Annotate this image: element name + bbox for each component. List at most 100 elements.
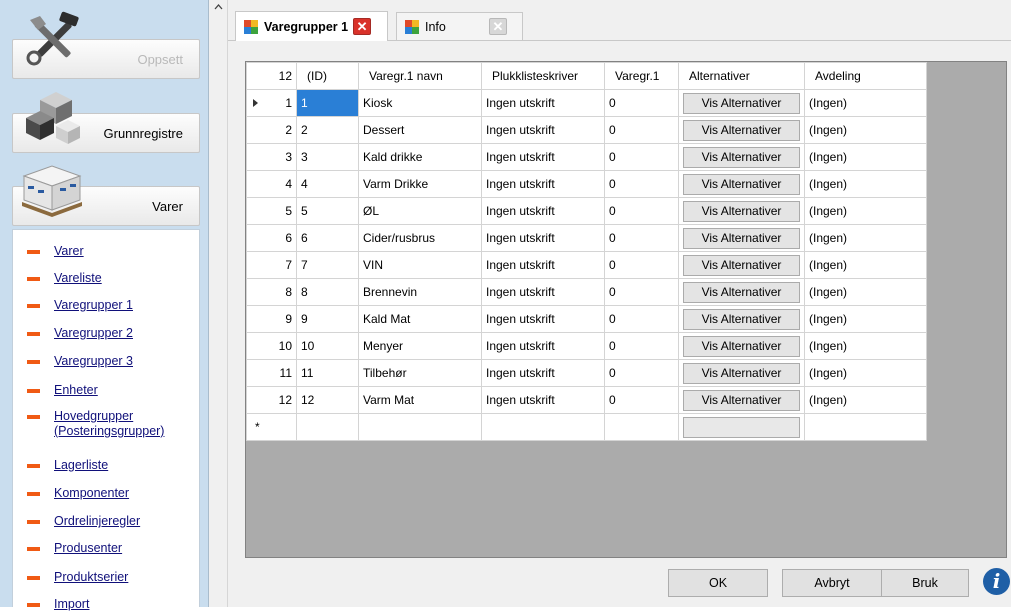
row-count-header[interactable]: 12: [246, 62, 297, 90]
row-header[interactable]: 10: [246, 332, 297, 360]
cell-avdeling[interactable]: (Ingen): [804, 305, 927, 333]
cell-name[interactable]: Cider/rusbrus: [358, 224, 482, 252]
table-row[interactable]: 1 1 Kiosk Ingen utskrift 0 Vis Alternati…: [246, 89, 927, 117]
cell-varegr[interactable]: 0: [604, 143, 679, 171]
cell-varegr[interactable]: [604, 413, 679, 441]
row-header[interactable]: 12: [246, 386, 297, 414]
close-tab-icon[interactable]: ✕: [353, 18, 372, 35]
cell-name[interactable]: ØL: [358, 197, 482, 225]
close-tab-icon[interactable]: ✕: [489, 18, 507, 35]
cell-avdeling[interactable]: (Ingen): [804, 278, 927, 306]
vis-alternativer-button[interactable]: Vis Alternativer: [683, 119, 800, 141]
vis-alternativer-button[interactable]: Vis Alternativer: [683, 92, 800, 114]
cell-printer[interactable]: Ingen utskrift: [481, 305, 605, 333]
table-row[interactable]: 5 5 ØL Ingen utskrift 0 Vis Alternativer…: [246, 197, 927, 225]
cell-id[interactable]: 11: [296, 359, 359, 387]
cell-avdeling[interactable]: (Ingen): [804, 197, 927, 225]
apply-button[interactable]: Bruk: [881, 569, 969, 597]
cell-id[interactable]: 1: [296, 89, 359, 117]
row-header[interactable]: 7: [246, 251, 297, 279]
sidebar-item-produsenter[interactable]: Produsenter: [13, 541, 199, 556]
cell-id[interactable]: 12: [296, 386, 359, 414]
cell-id[interactable]: 7: [296, 251, 359, 279]
cell-varegr[interactable]: 0: [604, 332, 679, 360]
table-row[interactable]: 6 6 Cider/rusbrus Ingen utskrift 0 Vis A…: [246, 224, 927, 252]
sidebar-item-enheter[interactable]: Enheter: [13, 383, 199, 398]
cell-name[interactable]: VIN: [358, 251, 482, 279]
cell-varegr[interactable]: 0: [604, 278, 679, 306]
row-header[interactable]: 8: [246, 278, 297, 306]
row-header[interactable]: 3: [246, 143, 297, 171]
cell-id[interactable]: 2: [296, 116, 359, 144]
vis-alternativer-button[interactable]: Vis Alternativer: [683, 227, 800, 249]
sidebar-item-varegrupper-2[interactable]: Varegrupper 2: [13, 326, 199, 341]
vis-alternativer-button[interactable]: Vis Alternativer: [683, 254, 800, 276]
cell-printer[interactable]: [481, 413, 605, 441]
cell-avdeling[interactable]: (Ingen): [804, 332, 927, 360]
row-header[interactable]: 9: [246, 305, 297, 333]
cell-id[interactable]: 5: [296, 197, 359, 225]
cell-printer[interactable]: Ingen utskrift: [481, 332, 605, 360]
sidebar-item-ordrelinjeregler[interactable]: Ordrelinjeregler: [13, 514, 199, 529]
cell-varegr[interactable]: 0: [604, 116, 679, 144]
cell-id[interactable]: 3: [296, 143, 359, 171]
row-header[interactable]: 4: [246, 170, 297, 198]
cell-id[interactable]: 6: [296, 224, 359, 252]
vis-alternativer-button[interactable]: Vis Alternativer: [683, 389, 800, 411]
vis-alternativer-button[interactable]: Vis Alternativer: [683, 200, 800, 222]
cell-name[interactable]: Dessert: [358, 116, 482, 144]
sidebar-item-komponenter[interactable]: Komponenter: [13, 486, 199, 501]
cell-avdeling[interactable]: (Ingen): [804, 89, 927, 117]
table-row[interactable]: 12 12 Varm Mat Ingen utskrift 0 Vis Alte…: [246, 386, 927, 414]
cell-avdeling[interactable]: (Ingen): [804, 143, 927, 171]
cell-name[interactable]: Kiosk: [358, 89, 482, 117]
cell-printer[interactable]: Ingen utskrift: [481, 251, 605, 279]
table-row[interactable]: 4 4 Varm Drikke Ingen utskrift 0 Vis Alt…: [246, 170, 927, 198]
sidebar-item-hovedgrupper[interactable]: Hovedgrupper (Posteringsgrupper): [13, 409, 183, 439]
cell-varegr[interactable]: 0: [604, 386, 679, 414]
cell-printer[interactable]: Ingen utskrift: [481, 116, 605, 144]
vis-alternativer-button[interactable]: Vis Alternativer: [683, 146, 800, 168]
tab-varegrupper-1[interactable]: Varegrupper 1 ✕: [235, 11, 388, 41]
cell-printer[interactable]: Ingen utskrift: [481, 197, 605, 225]
cell-id[interactable]: 10: [296, 332, 359, 360]
table-row[interactable]: 7 7 VIN Ingen utskrift 0 Vis Alternative…: [246, 251, 927, 279]
cell-id[interactable]: 4: [296, 170, 359, 198]
ok-button[interactable]: OK: [668, 569, 768, 597]
cancel-button[interactable]: Avbryt: [782, 569, 882, 597]
vis-alternativer-button[interactable]: Vis Alternativer: [683, 335, 800, 357]
cell-printer[interactable]: Ingen utskrift: [481, 89, 605, 117]
cell-name[interactable]: Brennevin: [358, 278, 482, 306]
collapse-up-icon[interactable]: [214, 4, 223, 10]
row-header[interactable]: 5: [246, 197, 297, 225]
cell-name[interactable]: Menyer: [358, 332, 482, 360]
table-row[interactable]: 8 8 Brennevin Ingen utskrift 0 Vis Alter…: [246, 278, 927, 306]
sidebar-item-varer[interactable]: Varer: [13, 244, 199, 259]
sidebar-item-import[interactable]: Import: [13, 597, 199, 612]
cell-varegr[interactable]: 0: [604, 197, 679, 225]
cell-varegr[interactable]: 0: [604, 224, 679, 252]
sidebar-item-produktserier[interactable]: Produktserier: [13, 570, 199, 585]
cell-avdeling[interactable]: (Ingen): [804, 251, 927, 279]
vis-alternativer-button[interactable]: Vis Alternativer: [683, 308, 800, 330]
row-header[interactable]: 2: [246, 116, 297, 144]
row-header[interactable]: 1: [246, 89, 297, 117]
vis-alternativer-button[interactable]: Vis Alternativer: [683, 281, 800, 303]
cell-id[interactable]: 8: [296, 278, 359, 306]
cell-varegr[interactable]: 0: [604, 89, 679, 117]
sidebar-item-varegrupper-1[interactable]: Varegrupper 1: [13, 298, 199, 313]
vis-alternativer-button[interactable]: Vis Alternativer: [683, 362, 800, 384]
cell-varegr[interactable]: 0: [604, 305, 679, 333]
cell-id[interactable]: [296, 413, 359, 441]
table-row[interactable]: 10 10 Menyer Ingen utskrift 0 Vis Altern…: [246, 332, 927, 360]
cell-name[interactable]: Varm Drikke: [358, 170, 482, 198]
cell-printer[interactable]: Ingen utskrift: [481, 143, 605, 171]
cell-name[interactable]: [358, 413, 482, 441]
cell-avdeling[interactable]: [804, 413, 927, 441]
cell-avdeling[interactable]: (Ingen): [804, 359, 927, 387]
cell-printer[interactable]: Ingen utskrift: [481, 386, 605, 414]
cell-varegr[interactable]: 0: [604, 359, 679, 387]
new-row[interactable]: *: [246, 413, 927, 441]
cell-avdeling[interactable]: (Ingen): [804, 386, 927, 414]
sidebar-item-lagerliste[interactable]: Lagerliste: [13, 458, 199, 473]
